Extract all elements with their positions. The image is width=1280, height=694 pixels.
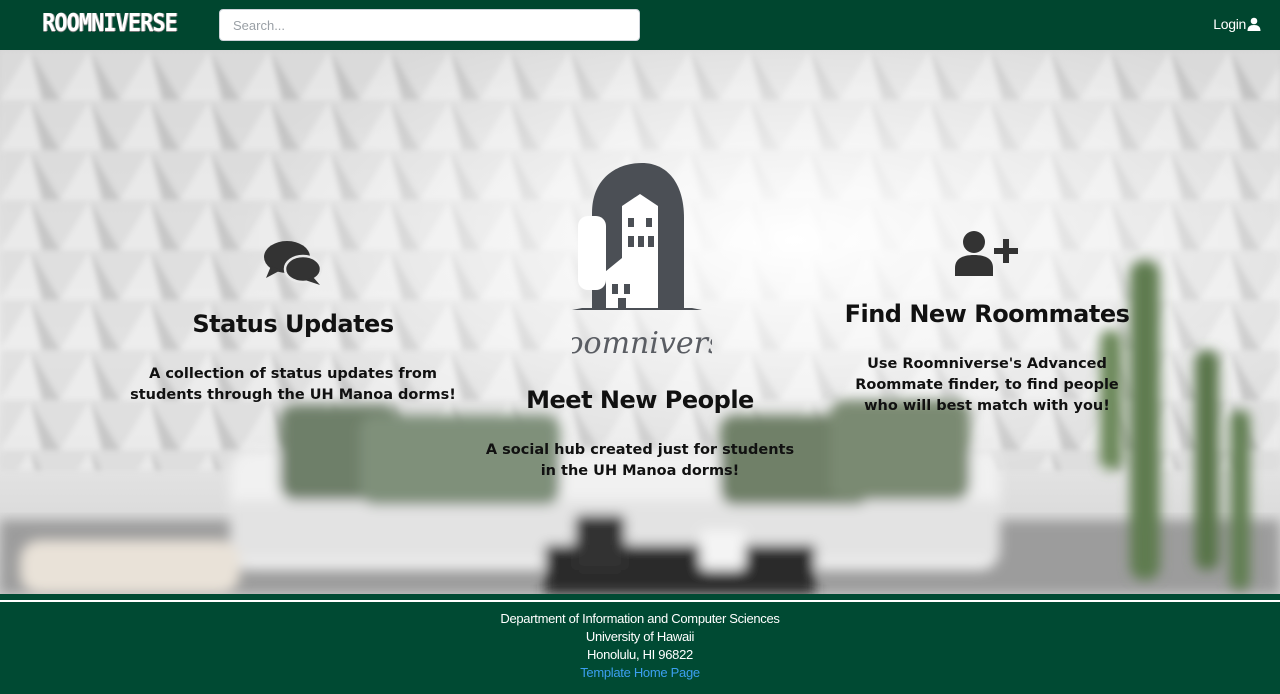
footer-department: Department of Information and Computer S… <box>500 611 780 626</box>
search-input[interactable] <box>219 9 640 41</box>
comments-icon <box>264 241 323 285</box>
footer-university: University of Hawaii <box>585 629 695 644</box>
feature-description: A collection of status updates from stud… <box>130 366 456 403</box>
footer-address: Honolulu, HI 96822 <box>587 647 693 662</box>
footer-text: Department of Information and Computer S… <box>0 610 1280 682</box>
logo-text: Roomniverse <box>572 326 712 361</box>
feature-description: Use Roomniverse's Advanced Roommate find… <box>855 356 1119 414</box>
feature-title: Find New Roommates <box>844 300 1130 328</box>
roomniverse-logo: Roomniverse <box>572 163 712 361</box>
feature-title: Meet New People <box>526 386 754 414</box>
brand-logo[interactable]: ROOMNIVERSE <box>42 6 178 43</box>
user-plus-icon <box>955 231 1018 276</box>
footer: Department of Information and Computer S… <box>0 594 1280 694</box>
footer-divider <box>0 600 1280 602</box>
login-label: Login <box>1213 16 1246 32</box>
hero-section: Status Updates A collection of status up… <box>0 50 1280 594</box>
feature-title: Status Updates <box>192 310 394 338</box>
user-icon <box>1247 17 1261 31</box>
template-home-link[interactable]: Template Home Page <box>580 665 700 680</box>
feature-description: A social hub created just for students i… <box>485 442 795 479</box>
navbar: ROOMNIVERSE Login <box>0 0 1280 50</box>
login-button[interactable]: Login <box>1213 15 1261 33</box>
